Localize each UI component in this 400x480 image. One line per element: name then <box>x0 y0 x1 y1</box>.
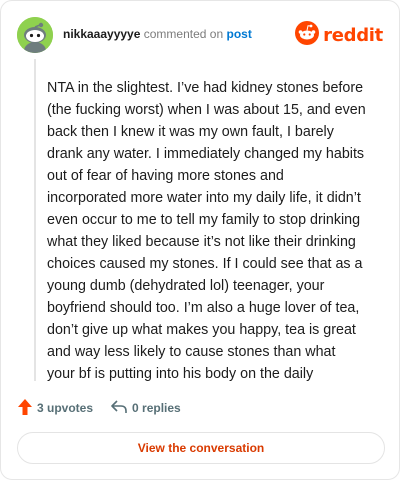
reddit-logo-icon <box>295 20 320 50</box>
action-text: commented on <box>143 27 224 41</box>
comment-body: NTA in the slightest. I’ve had kidney st… <box>47 80 366 382</box>
comment-header: nikkaaayyyye commented on post reddit <box>17 17 383 53</box>
view-conversation-button[interactable]: View the conversation <box>17 432 385 464</box>
comment-actions: 3 upvotes 0 replies <box>18 398 199 418</box>
reply-arrow-icon <box>111 399 132 417</box>
upvote-count: 3 upvotes <box>37 401 94 415</box>
snoo-avatar-icon[interactable] <box>17 17 53 53</box>
post-link[interactable]: post <box>226 27 251 41</box>
reddit-logo[interactable]: reddit <box>295 20 383 50</box>
username-link[interactable]: nikkaaayyyye <box>63 27 140 41</box>
reply-count: 0 replies <box>132 401 181 415</box>
comment-meta: nikkaaayyyye commented on post <box>63 26 252 42</box>
comment-card: nikkaaayyyye commented on post reddit NT… <box>0 0 400 480</box>
reply-button[interactable]: 0 replies <box>111 399 181 417</box>
reddit-wordmark: reddit <box>323 24 383 46</box>
upvote-button[interactable]: 3 upvotes <box>18 398 94 418</box>
upvote-arrow-icon <box>18 398 37 418</box>
thread-line <box>34 59 36 381</box>
